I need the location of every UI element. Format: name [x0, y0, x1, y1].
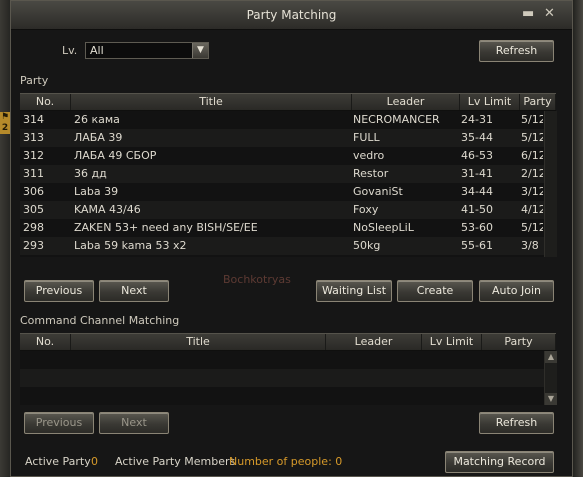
cell-party: 3/12 [521, 185, 543, 198]
channel-next-button[interactable]: Next [99, 412, 169, 434]
party-scrollbar[interactable] [544, 111, 557, 257]
cell-lv: 53-60 [461, 221, 493, 234]
lv-label: Lv. [62, 44, 78, 57]
cell-no: 314 [23, 113, 44, 126]
active-members-label: Active Party Members [115, 455, 236, 468]
channel-empty-row [20, 369, 544, 387]
cell-leader: vedro [353, 149, 385, 162]
channel-previous-button[interactable]: Previous [24, 412, 94, 434]
channel-refresh-button[interactable]: Refresh [479, 412, 554, 434]
cell-title: 36 дд [74, 167, 107, 180]
cell-no: 311 [23, 167, 44, 180]
table-row[interactable]: 305 KAMA 43/46 Foxy 41-50 4/12 [20, 201, 544, 219]
channel-table-body [20, 351, 544, 405]
side-tab[interactable]: ⚑ 2 [0, 112, 10, 134]
col-leader[interactable]: Leader [352, 94, 460, 110]
refresh-button[interactable]: Refresh [479, 40, 554, 62]
cell-leader: FULL [353, 131, 380, 144]
active-party-label: Active Party [25, 455, 91, 468]
party-table-body: 314 26 кама NECROMANCER 24-31 5/12 313 ЛАБА 39… [20, 111, 544, 257]
col-lv-limit[interactable]: Lv Limit [460, 94, 520, 110]
cell-leader: Foxy [353, 203, 379, 216]
cell-title: ЛАБА 39 [74, 131, 123, 144]
cell-party: 3/8 [521, 239, 539, 252]
cell-title: Laba 59 kama 53 x2 [74, 239, 187, 252]
cell-no: 313 [23, 131, 44, 144]
table-row[interactable]: 312 ЛАБА 49 СБОР vedro 46-53 6/12 [20, 147, 544, 165]
cell-leader: GovaniSt [353, 185, 403, 198]
side-tab-label: 2 [1, 123, 9, 133]
cell-title: ЛАБА 49 СБОР [74, 149, 157, 162]
cell-leader: Restor [353, 167, 389, 180]
table-row[interactable]: 298 ZAKEN 53+ need any BISH/SE/EE NoSleepL… [20, 219, 544, 237]
cell-title: 26 кама [74, 113, 120, 126]
arrow-down-icon[interactable]: ▼ [545, 393, 557, 405]
cell-no: 305 [23, 203, 44, 216]
col-title[interactable]: Title [71, 94, 352, 110]
channel-col-party[interactable]: Party [482, 334, 556, 350]
cell-no: 293 [23, 239, 44, 252]
party-next-button[interactable]: Next [99, 280, 169, 302]
table-row[interactable]: 313 ЛАБА 39 FULL 35-44 5/12 [20, 129, 544, 147]
channel-col-no[interactable]: No. [20, 334, 71, 350]
active-members-value: Number of people: 0 [229, 455, 343, 468]
cell-lv: 31-41 [461, 167, 493, 180]
ghost-name-text: Bochkotryas [223, 273, 291, 286]
cell-no: 306 [23, 185, 44, 198]
cell-title: Laba 39 [74, 185, 119, 198]
col-party[interactable]: Party [520, 94, 556, 110]
table-row[interactable]: 306 Laba 39 GovaniSt 34-44 3/12 [20, 183, 544, 201]
cell-lv: 34-44 [461, 185, 493, 198]
auto-join-button[interactable]: Auto Join [479, 280, 554, 302]
cell-no: 298 [23, 221, 44, 234]
cell-party: 5/12 [521, 131, 543, 144]
party-table-header: No. Title Leader Lv Limit Party [20, 93, 556, 111]
arrow-up-icon[interactable]: ▲ [545, 351, 557, 363]
channel-section-label: Command Channel Matching [20, 314, 180, 327]
chevron-down-icon[interactable]: ▼ [192, 43, 208, 58]
cell-lv: 46-53 [461, 149, 493, 162]
cell-leader: 50kg [353, 239, 381, 252]
cell-lv: 41-50 [461, 203, 493, 216]
channel-col-leader[interactable]: Leader [326, 334, 422, 350]
cell-party: 4/12 [521, 203, 543, 216]
cell-leader: NECROMANCER [353, 113, 440, 126]
party-matching-window: Party Matching ▬ ✕ Lv. All ▼ Refresh Par… [10, 0, 573, 477]
table-row[interactable]: 311 36 дд Restor 31-41 2/12 [20, 165, 544, 183]
table-row[interactable]: 314 26 кама NECROMANCER 24-31 5/12 [20, 111, 544, 129]
close-icon[interactable]: ✕ [544, 7, 555, 21]
lv-select-value: All [90, 44, 104, 57]
table-row[interactable]: 293 Laba 59 kama 53 x2 50kg 55-61 3/8 [20, 237, 544, 255]
channel-col-lv-limit[interactable]: Lv Limit [422, 334, 482, 350]
matching-record-button[interactable]: Matching Record [445, 451, 554, 473]
cell-party: 5/12 [521, 221, 543, 234]
cell-title: KAMA 43/46 [74, 203, 141, 216]
channel-col-title[interactable]: Title [71, 334, 326, 350]
cell-lv: 55-61 [461, 239, 493, 252]
title-bar[interactable]: Party Matching ▬ ✕ [11, 1, 572, 30]
channel-table-header: No. Title Leader Lv Limit Party [20, 333, 556, 351]
game-background-right [573, 0, 583, 477]
cell-party: 5/12 [521, 113, 543, 126]
party-section-label: Party [20, 74, 49, 87]
cell-lv: 24-31 [461, 113, 493, 126]
party-previous-button[interactable]: Previous [24, 280, 94, 302]
channel-empty-row [20, 351, 544, 369]
active-party-value: 0 [91, 455, 98, 468]
cell-no: 312 [23, 149, 44, 162]
cell-party: 6/12 [521, 149, 543, 162]
cell-party: 2/12 [521, 167, 543, 180]
lv-select[interactable]: All ▼ [85, 42, 209, 59]
cell-lv: 35-44 [461, 131, 493, 144]
cell-leader: NoSleepLiL [353, 221, 414, 234]
channel-scrollbar[interactable]: ▲ ▼ [544, 351, 557, 405]
cell-title: ZAKEN 53+ need any BISH/SE/EE [74, 221, 258, 234]
col-no[interactable]: No. [20, 94, 71, 110]
window-title: Party Matching [246, 8, 337, 22]
create-button[interactable]: Create [397, 280, 473, 302]
minimize-icon[interactable]: ▬ [522, 7, 534, 21]
waiting-list-button[interactable]: Waiting List [316, 280, 392, 302]
